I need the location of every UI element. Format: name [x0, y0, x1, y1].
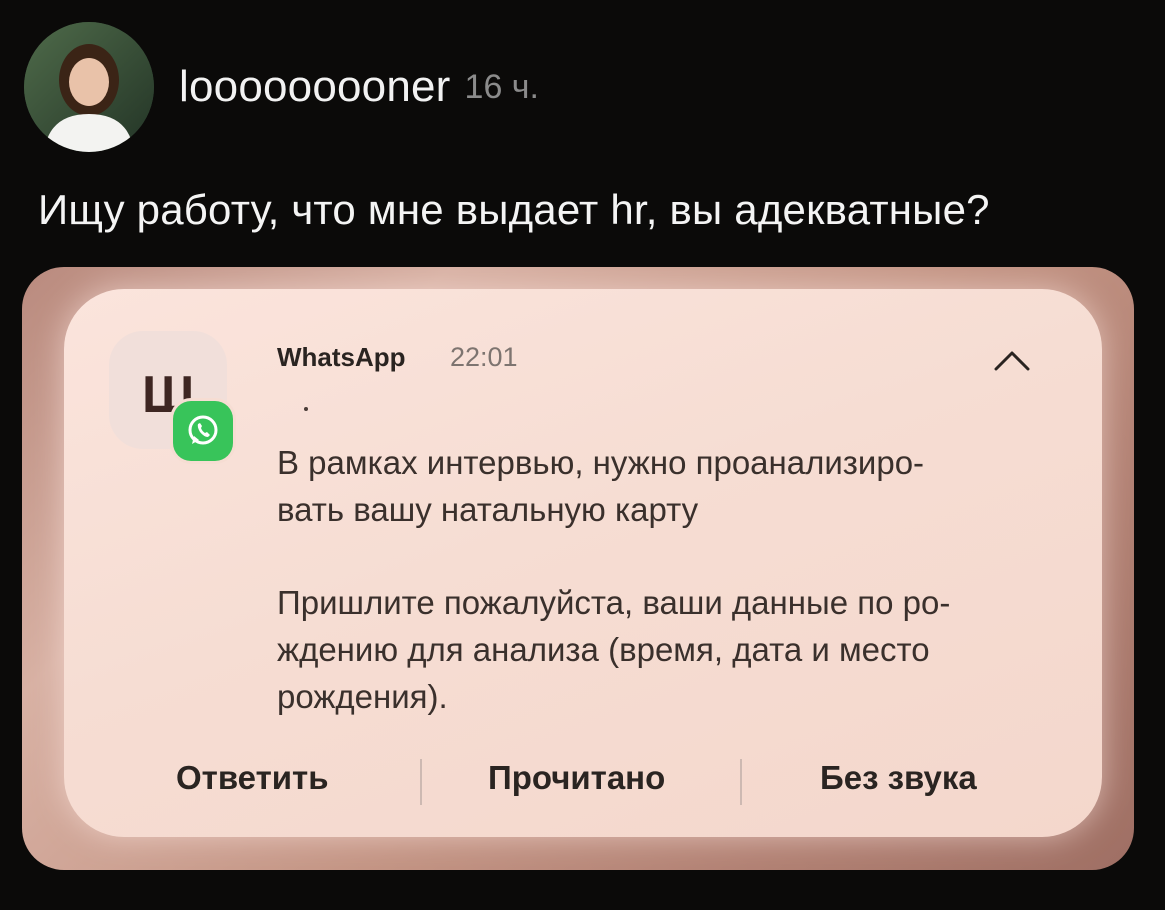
notification-message-paragraph-2: Пришлите пожалуйста, ваши данные по ро- … — [277, 579, 950, 720]
mute-button[interactable]: Без звука — [820, 759, 977, 797]
message-line: вать вашу натальную карту — [277, 491, 699, 528]
post-text: Ищу работу, что мне выдает hr, вы адеква… — [38, 186, 990, 233]
chevron-up-icon[interactable] — [992, 347, 1032, 373]
divider — [740, 759, 742, 805]
attached-screenshot[interactable]: Ш WhatsApp 22:01 В рамках интервью, нужн… — [22, 267, 1134, 870]
notification-sender — [304, 407, 308, 411]
whatsapp-icon — [173, 401, 233, 461]
reply-button[interactable]: Ответить — [176, 759, 329, 797]
notification-app-name: WhatsApp — [277, 342, 406, 372]
avatar[interactable] — [24, 22, 154, 152]
username[interactable]: looooooooner — [179, 62, 451, 112]
notification-actions: Ответить Прочитано Без звука — [64, 759, 1102, 807]
divider — [420, 759, 422, 805]
message-line: рождения). — [277, 678, 448, 715]
notification-card[interactable]: Ш WhatsApp 22:01 В рамках интервью, нужн… — [64, 289, 1102, 837]
mark-read-button[interactable]: Прочитано — [488, 759, 665, 797]
message-line: В рамках интервью, нужно проанализиро- — [277, 444, 925, 481]
notification-message-paragraph-1: В рамках интервью, нужно проанализиро- в… — [277, 439, 924, 533]
post-timestamp: 16 ч. — [464, 67, 539, 106]
post-header: looooooooner 16 ч. — [24, 22, 539, 152]
message-line: ждению для анализа (время, дата и место — [277, 631, 930, 668]
notification-time: 22:01 — [450, 342, 518, 372]
message-line: Пришлите пожалуйста, ваши данные по ро- — [277, 584, 951, 621]
